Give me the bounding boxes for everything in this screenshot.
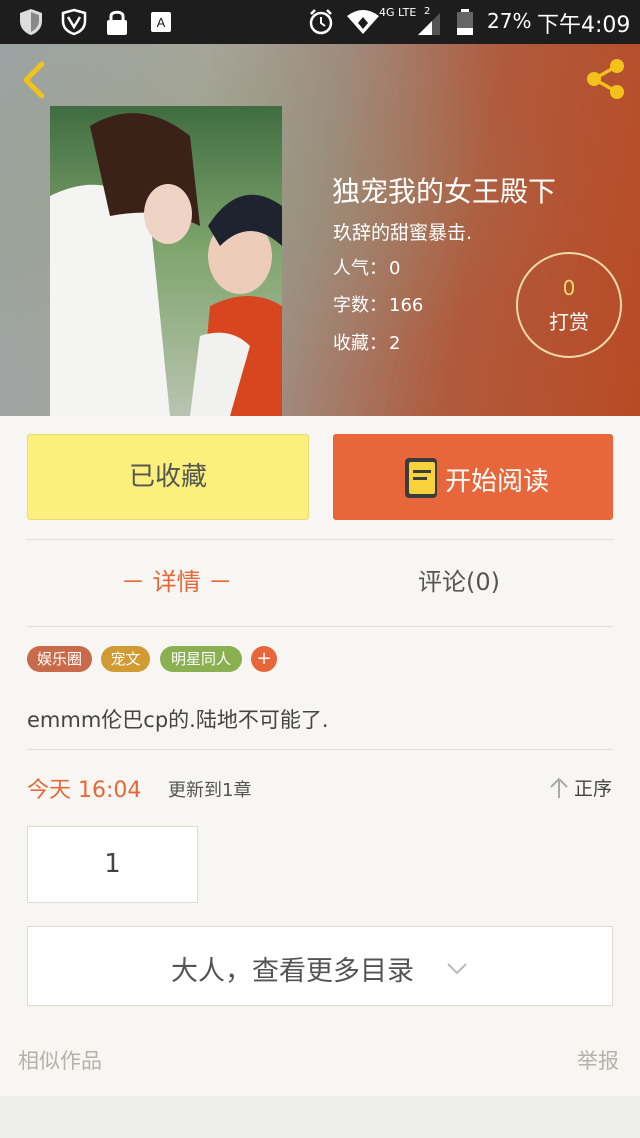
book-cover-image[interactable] xyxy=(50,106,282,416)
tab-detail[interactable]: － 详情 － xyxy=(121,562,232,597)
signal-icon xyxy=(418,13,440,35)
divider xyxy=(27,539,613,540)
wifi-icon xyxy=(347,10,379,34)
reward-label: 打赏 xyxy=(549,310,589,334)
tag-romance[interactable]: 宠文 xyxy=(101,646,150,672)
lock-icon xyxy=(107,10,127,35)
svg-text:A: A xyxy=(157,15,166,30)
status-bar: A 4G LTE 2 27% 下午4:09 xyxy=(0,0,640,44)
favorites-value: 2 xyxy=(389,333,401,354)
more-catalog-label: 大人，查看更多目录 xyxy=(171,956,414,987)
book-author: 玖辞的甜蜜暴击. xyxy=(333,222,473,244)
vpn-shield-icon xyxy=(61,8,87,36)
more-catalog-button[interactable]: 大人，查看更多目录 xyxy=(27,926,613,1006)
word-count-stat: 字数： 166 xyxy=(333,291,423,317)
clock: 下午4:09 xyxy=(537,13,631,38)
divider xyxy=(27,749,613,750)
chevron-down-icon xyxy=(447,963,467,975)
divider xyxy=(27,626,613,627)
start-reading-button[interactable]: 开始阅读 xyxy=(333,434,613,520)
shield-icon xyxy=(20,9,42,35)
similar-works-heading: 相似作品 xyxy=(18,1049,102,1073)
keyboard-icon: A xyxy=(151,12,171,32)
book-icon xyxy=(405,458,437,498)
arrow-up-icon xyxy=(550,777,568,798)
favorites-stat: 收藏： 2 xyxy=(333,329,400,355)
word-count-value: 166 xyxy=(389,295,424,316)
network-type-label: 4G LTE xyxy=(379,6,417,19)
book-header: 独宠我的女王殿下 玖辞的甜蜜暴击. 人气： 0 字数： 166 收藏： 2 0 打赏 xyxy=(0,44,640,416)
popularity-stat: 人气： 0 xyxy=(333,254,400,280)
sort-order-label: 正序 xyxy=(574,778,613,800)
favorites-label: 收藏： xyxy=(333,333,387,354)
update-date: 今天 16:04 xyxy=(27,778,142,803)
start-reading-label: 开始阅读 xyxy=(445,467,550,497)
cover-illustration xyxy=(50,106,282,416)
popularity-value: 0 xyxy=(389,258,401,279)
update-status: 更新到1章 xyxy=(168,780,252,801)
sort-order-button[interactable]: 正序 xyxy=(548,774,614,802)
tab-comments[interactable]: 评论(0) xyxy=(418,562,500,597)
battery-icon xyxy=(457,9,473,35)
tag-entertainment[interactable]: 娱乐圈 xyxy=(27,646,92,672)
word-count-label: 字数： xyxy=(333,295,387,316)
share-button[interactable] xyxy=(582,56,628,102)
popularity-label: 人气： xyxy=(333,258,387,279)
back-button[interactable] xyxy=(16,58,50,102)
reward-count: 0 xyxy=(562,276,576,300)
book-title: 独宠我的女王殿下 xyxy=(332,175,557,208)
reward-button[interactable]: 0 打赏 xyxy=(516,252,622,358)
favorited-button[interactable]: 已收藏 xyxy=(27,434,309,520)
alarm-icon xyxy=(309,9,333,35)
book-description: emmm伦巴cp的.陆地不可能了. xyxy=(27,708,329,732)
tag-celebrity-fanfic[interactable]: 明星同人 xyxy=(160,646,242,672)
battery-percent: 27% xyxy=(487,9,532,33)
chapter-item[interactable]: 1 xyxy=(27,826,198,903)
report-button[interactable]: 举报 xyxy=(577,1045,619,1075)
bottom-strip xyxy=(0,1096,640,1138)
add-tag-button[interactable]: + xyxy=(251,646,277,672)
